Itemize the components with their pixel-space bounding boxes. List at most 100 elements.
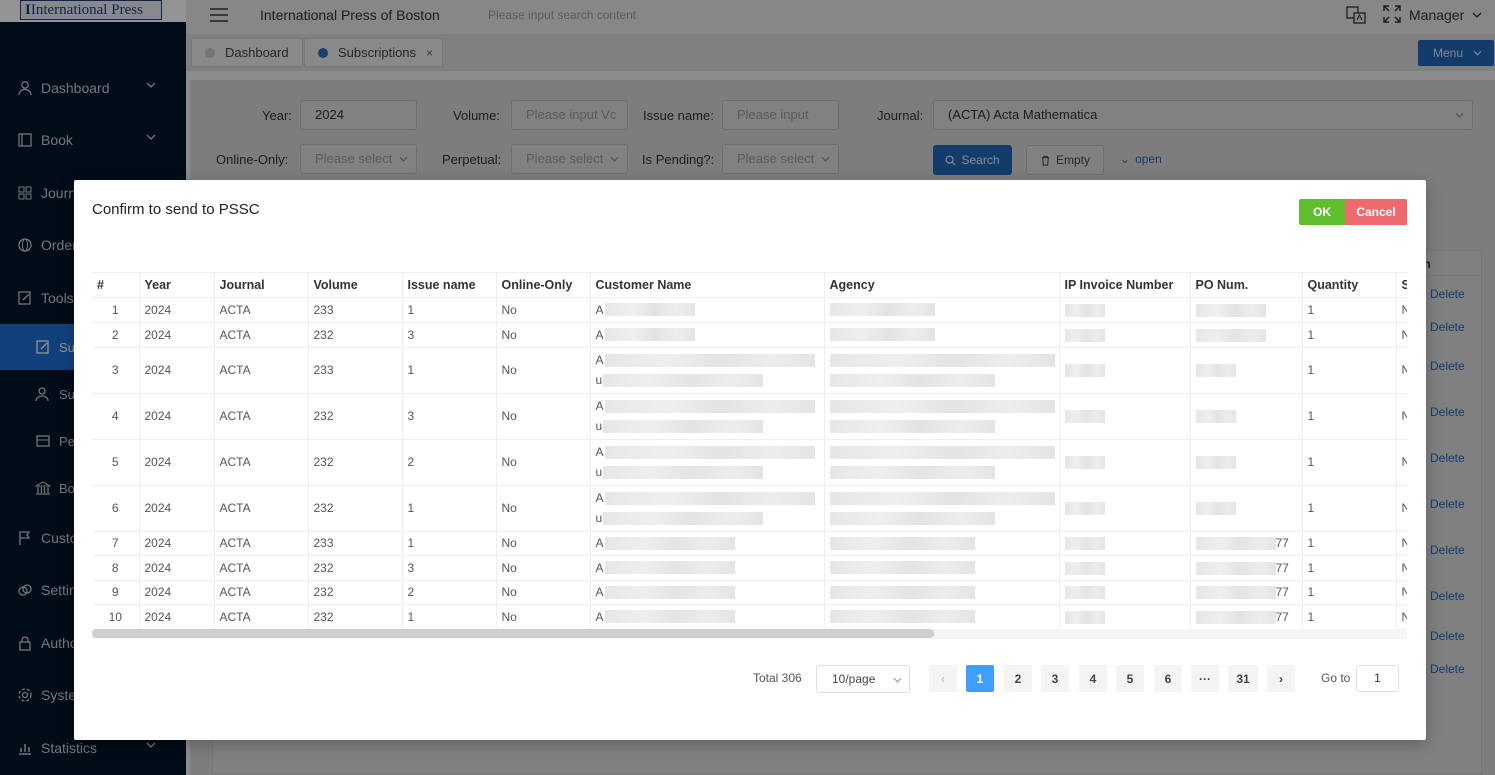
table-header-row: # Year Journal Volume Issue name Online-… [92, 273, 1407, 298]
agency-line [829, 488, 1059, 508]
redacted-value [1195, 502, 1236, 516]
table-row[interactable]: 102024ACTA2321NoA771N [92, 604, 1407, 630]
agency-line [829, 300, 1059, 320]
next-page-button[interactable]: › [1267, 665, 1295, 692]
table-row[interactable]: 62024ACTA2321NoAu1N [92, 485, 1407, 532]
column-header: Volume [308, 273, 403, 298]
customer-name-cell: A [590, 580, 825, 605]
status-cell: N [1396, 485, 1407, 532]
page-button[interactable]: 1 [966, 665, 994, 692]
customer-initial: A [595, 353, 604, 367]
status-cell: N [1396, 322, 1407, 348]
customer-initial: u [595, 373, 603, 387]
customer-name-line: A [596, 325, 824, 345]
customer-initial: u [595, 419, 603, 433]
redacted-value [829, 303, 935, 316]
customer-initial: A [595, 560, 604, 575]
customer-name-line: A [596, 533, 824, 553]
page-button[interactable]: 3 [1041, 665, 1069, 692]
row-number-cell: 2 [92, 322, 140, 348]
redacted-value [1064, 502, 1105, 516]
online-only-cell: No [496, 555, 591, 581]
prev-page-button[interactable]: ‹ [929, 665, 957, 692]
issue-name-cell: 3 [402, 393, 497, 440]
table-row[interactable]: 52024ACTA2322NoAu1N [92, 439, 1407, 486]
redacted-value [829, 491, 1055, 505]
online-only-cell: No [496, 393, 591, 440]
year-cell: 2024 [139, 531, 215, 556]
customer-name-line: A [596, 442, 824, 462]
redacted-value [604, 536, 735, 550]
online-only-cell: No [496, 531, 591, 556]
issue-name-cell: 2 [402, 439, 497, 486]
redacted-value [829, 610, 975, 624]
row-number-cell: 1 [92, 297, 140, 323]
issue-name-cell: 1 [402, 485, 497, 532]
page-button[interactable]: 5 [1116, 665, 1144, 692]
quantity-cell: 1 [1302, 580, 1397, 605]
status-cell: N [1396, 555, 1407, 581]
agency-line [829, 416, 1059, 436]
redacted-value [1195, 410, 1236, 424]
table-row[interactable]: 72024ACTA2331NoA771N [92, 531, 1407, 556]
table-row[interactable]: 42024ACTA2323NoAu1N [92, 393, 1407, 440]
status-cell: N [1396, 439, 1407, 486]
issue-name-cell: 1 [402, 297, 497, 323]
scrollbar-thumb[interactable] [92, 629, 934, 638]
quantity-cell: 1 [1302, 485, 1397, 532]
customer-name-line: A [596, 396, 824, 416]
status-cell: N [1396, 297, 1407, 323]
customer-name-cell: A [590, 531, 825, 556]
po-suffix: 77 [1275, 536, 1289, 551]
quantity-cell: 1 [1302, 297, 1397, 323]
table-row[interactable]: 92024ACTA2322No A 77 1N [92, 580, 1407, 605]
volume-cell: 232 [308, 555, 403, 581]
agency-cell [824, 580, 1060, 605]
table-row[interactable]: 22024ACTA2323No A 1N [92, 322, 1407, 348]
agency-line [829, 533, 1059, 553]
agency-line [829, 607, 1059, 627]
cancel-button[interactable]: Cancel [1345, 199, 1407, 225]
row-number-cell: 3 [92, 347, 140, 394]
goto-page-input[interactable]: 1 [1356, 665, 1399, 692]
po-number-cell [1190, 347, 1303, 394]
column-header: S [1396, 273, 1407, 298]
ok-button[interactable]: OK [1299, 199, 1345, 225]
redacted-value [1064, 456, 1105, 470]
redacted-value [829, 465, 995, 479]
agency-line [829, 370, 1059, 390]
redacted-value [1195, 561, 1276, 575]
redacted-value [829, 536, 975, 550]
volume-cell: 232 [308, 322, 403, 348]
journal-cell: ACTA [214, 347, 309, 394]
table-row[interactable]: 82024ACTA2323No A 77 1N [92, 555, 1407, 581]
year-cell: 2024 [139, 604, 215, 630]
pagination-total: Total 306 [753, 671, 802, 685]
page-button[interactable]: 31 [1228, 665, 1258, 692]
po-number-cell: 77 [1190, 555, 1303, 581]
agency-cell [824, 485, 1060, 532]
customer-name-line: u [596, 416, 824, 436]
customer-name-cell: A [590, 555, 825, 581]
journal-cell: ACTA [214, 322, 309, 348]
redacted-value [1195, 364, 1236, 378]
agency-cell [824, 347, 1060, 394]
agency-cell [824, 604, 1060, 630]
column-header: Quantity [1302, 273, 1397, 298]
agency-cell [824, 555, 1060, 581]
customer-initial: A [595, 399, 604, 413]
agency-cell [824, 297, 1060, 323]
agency-line [829, 442, 1059, 462]
page-button[interactable]: 2 [1004, 665, 1032, 692]
table-row[interactable]: 32024ACTA2331NoAu1N [92, 347, 1407, 394]
year-cell: 2024 [139, 322, 215, 348]
page-button[interactable]: 4 [1079, 665, 1107, 692]
page-size-select[interactable]: 10/page [816, 665, 910, 693]
redacted-value [1064, 364, 1105, 378]
column-header: Journal [214, 273, 309, 298]
customer-name-cell: Au [590, 393, 825, 440]
invoice-number-cell [1059, 393, 1191, 440]
page-button[interactable]: 6 [1154, 665, 1182, 692]
table-row[interactable]: 12024ACTA2331NoA1N [92, 297, 1407, 323]
more-pages-button[interactable]: ··· [1191, 665, 1219, 692]
